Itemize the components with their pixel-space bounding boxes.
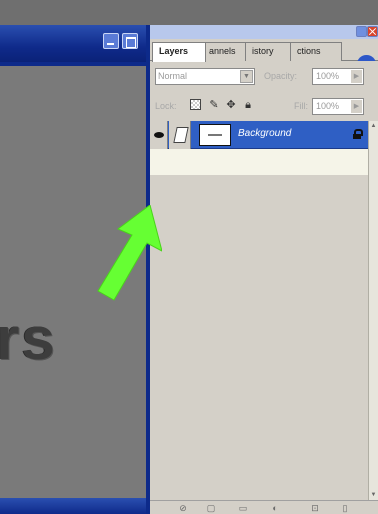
document-status-bar (0, 498, 146, 514)
add-style-icon[interactable]: ▢ (206, 503, 216, 513)
tab-channels[interactable]: annels (202, 42, 250, 61)
lock-icon (352, 129, 363, 139)
opacity-value: 100% (316, 71, 340, 81)
fill-field[interactable]: 100% ▶ (312, 98, 364, 115)
new-layer-icon[interactable]: ⊡ (310, 503, 320, 513)
chevron-down-icon[interactable]: ▼ (240, 70, 253, 83)
link-icon[interactable]: ⊘ (178, 503, 188, 513)
layer-name: Background (238, 128, 292, 139)
lock-all-icon[interactable]: 🔒︎ (241, 98, 255, 112)
lock-pixels-icon[interactable]: ✎ (207, 98, 221, 112)
layer-list-empty-area (150, 175, 368, 500)
fill-label: Fill: (294, 101, 308, 111)
scroll-up-icon[interactable]: ▲ (369, 121, 378, 131)
opacity-label: Opacity: (264, 71, 298, 81)
tab-history[interactable]: istory (245, 42, 293, 61)
tab-layers[interactable]: Layers (152, 42, 206, 62)
maximize-icon[interactable] (122, 33, 138, 49)
panel-titlebar[interactable] (150, 25, 378, 39)
adjustment-layer-icon[interactable]: ◐ (270, 503, 280, 513)
opacity-field[interactable]: 100% ▶ (312, 68, 364, 85)
brush-icon (169, 121, 191, 149)
close-icon[interactable] (367, 26, 378, 37)
trash-icon[interactable]: ▯ (340, 503, 350, 513)
annotation-arrow (97, 205, 162, 301)
eye-icon[interactable] (150, 121, 168, 149)
layer-thumbnail (199, 124, 231, 146)
minimize-icon[interactable] (103, 33, 119, 49)
layers-panel: annels istory ctions Layers ▸ Normal ▼ O… (150, 25, 378, 514)
add-mask-icon[interactable]: ▭ (238, 503, 248, 513)
chevron-right-icon[interactable]: ▶ (351, 70, 362, 83)
blend-mode-value: Normal (158, 71, 188, 81)
canvas-text: rs (0, 305, 57, 372)
lock-label: Lock: (155, 101, 177, 111)
fill-value: 100% (316, 101, 340, 111)
lock-position-icon[interactable]: ✥ (224, 98, 238, 112)
tab-actions[interactable]: ctions (290, 42, 342, 61)
layer-list-scrollbar[interactable]: ▲ ▼ (368, 121, 378, 500)
layer-options: Normal ▼ Opacity: 100% ▶ Lock: ✎ ✥ 🔒︎ Fi… (150, 61, 378, 121)
layers-bottom-bar: ⊘ ▢ ▭ ◐ ⊡ ▯ (150, 500, 378, 514)
collapse-icon[interactable] (356, 26, 367, 37)
panel-tabs: annels istory ctions Layers ▸ (150, 39, 378, 73)
scroll-down-icon[interactable]: ▼ (369, 490, 378, 500)
blend-mode-select[interactable]: Normal ▼ (155, 68, 255, 85)
layer-list: Background (150, 121, 368, 175)
layer-row-background[interactable]: Background (150, 121, 368, 149)
document-titlebar[interactable] (0, 25, 146, 62)
lock-transparency-icon[interactable] (190, 99, 201, 110)
chevron-right-icon[interactable]: ▶ (351, 100, 362, 113)
annotation-arrow-shape (97, 205, 162, 301)
